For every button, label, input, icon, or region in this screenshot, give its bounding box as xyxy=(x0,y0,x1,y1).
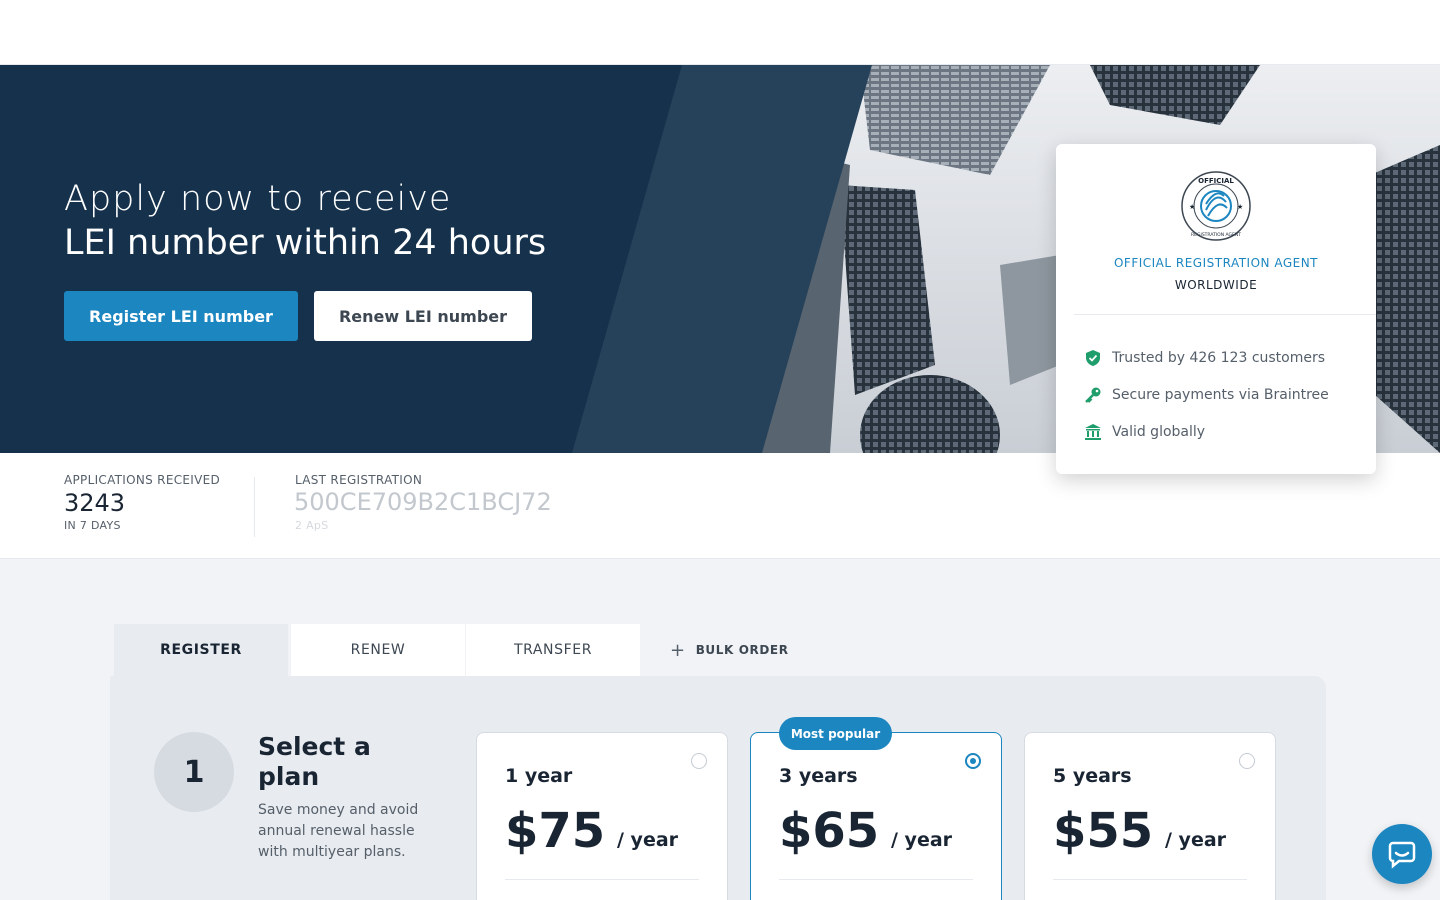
plan-price: $75 xyxy=(505,803,606,859)
last-registration-value: 500CE709B2C1BCJ72 xyxy=(294,488,552,516)
top-navigation-bar xyxy=(0,0,1440,65)
plan-5-years-radio[interactable] xyxy=(1239,753,1255,769)
feature-trusted-text: Trusted by 426 123 customers xyxy=(1112,350,1326,366)
plan-price: $55 xyxy=(1053,803,1154,859)
plan-card-5-years[interactable]: 5 years $55 / year xyxy=(1024,732,1276,900)
feature-secure-payments-text: Secure payments via Braintree xyxy=(1112,387,1329,403)
plan-price-period: / year xyxy=(891,829,953,851)
plus-icon: + xyxy=(670,639,686,661)
chat-launcher-button[interactable] xyxy=(1372,824,1432,884)
applications-period: IN 7 DAYS xyxy=(64,519,121,532)
seal-bottom-text: REGISTRATION AGENT xyxy=(1191,232,1241,238)
hero-headline-line1: Apply now to receive xyxy=(64,179,452,219)
plan-card-3-years[interactable]: 3 years $65 / year xyxy=(750,732,1002,900)
step-title: Select a plan xyxy=(258,732,371,791)
applications-label: APPLICATIONS RECEIVED xyxy=(64,473,221,487)
shield-check-icon xyxy=(1086,350,1100,366)
feature-valid-globally-text: Valid globally xyxy=(1112,424,1206,440)
plan-price: $65 xyxy=(779,803,880,859)
bank-icon xyxy=(1085,424,1101,440)
plan-name: 5 years xyxy=(1053,765,1132,787)
plan-divider xyxy=(1053,879,1247,880)
hero-headline-line2: LEI number within 24 hours xyxy=(64,223,547,263)
bulk-order-label: BULK ORDER xyxy=(695,643,789,657)
plan-name: 1 year xyxy=(505,765,573,787)
step-number-badge: 1 xyxy=(154,732,234,812)
svg-text:★: ★ xyxy=(1189,203,1195,211)
tab-renew[interactable]: RENEW xyxy=(291,624,465,676)
stats-divider xyxy=(254,477,255,537)
plan-1-year-radio[interactable] xyxy=(691,753,707,769)
applications-value: 3243 xyxy=(64,489,126,517)
renew-lei-button[interactable]: Renew LEI number xyxy=(314,291,532,341)
feature-trusted: Trusted by 426 123 customers xyxy=(1084,348,1325,368)
seal-top-text: OFFICIAL xyxy=(1198,177,1234,185)
agent-subtitle: WORLDWIDE xyxy=(1174,278,1258,292)
plan-price-period: / year xyxy=(617,829,679,851)
bulk-order-link[interactable]: + BULK ORDER xyxy=(670,639,789,661)
plan-card-1-year[interactable]: 1 year $75 / year xyxy=(476,732,728,900)
plan-price-period: / year xyxy=(1165,829,1227,851)
step-description: Save money and avoid annual renewal hass… xyxy=(258,802,419,860)
tab-transfer[interactable]: TRANSFER xyxy=(466,624,640,676)
tab-register[interactable]: REGISTER xyxy=(114,624,288,676)
most-popular-badge: Most popular xyxy=(779,717,892,750)
svg-text:★: ★ xyxy=(1237,203,1243,211)
plan-divider xyxy=(505,879,699,880)
plan-divider xyxy=(779,879,973,880)
agent-title: OFFICIAL REGISTRATION AGENT xyxy=(1113,256,1319,270)
plan-name: 3 years xyxy=(779,765,858,787)
feature-valid-globally: Valid globally xyxy=(1084,422,1205,442)
last-registration-label: LAST REGISTRATION xyxy=(295,473,423,487)
official-registration-agent-seal: OFFICIAL REGISTRATION AGENT ★ ★ xyxy=(1181,171,1251,241)
agent-card-divider xyxy=(1074,314,1376,315)
register-lei-button[interactable]: Register LEI number xyxy=(64,291,298,341)
chat-bubble-icon xyxy=(1388,841,1416,869)
feature-secure-payments: Secure payments via Braintree xyxy=(1084,385,1329,405)
last-registration-company: 2 ApS xyxy=(295,519,329,532)
plan-3-years-radio[interactable] xyxy=(965,753,981,769)
official-agent-card: OFFICIAL REGISTRATION AGENT ★ ★ OFFICIAL… xyxy=(1056,144,1376,474)
key-icon xyxy=(1085,387,1101,403)
